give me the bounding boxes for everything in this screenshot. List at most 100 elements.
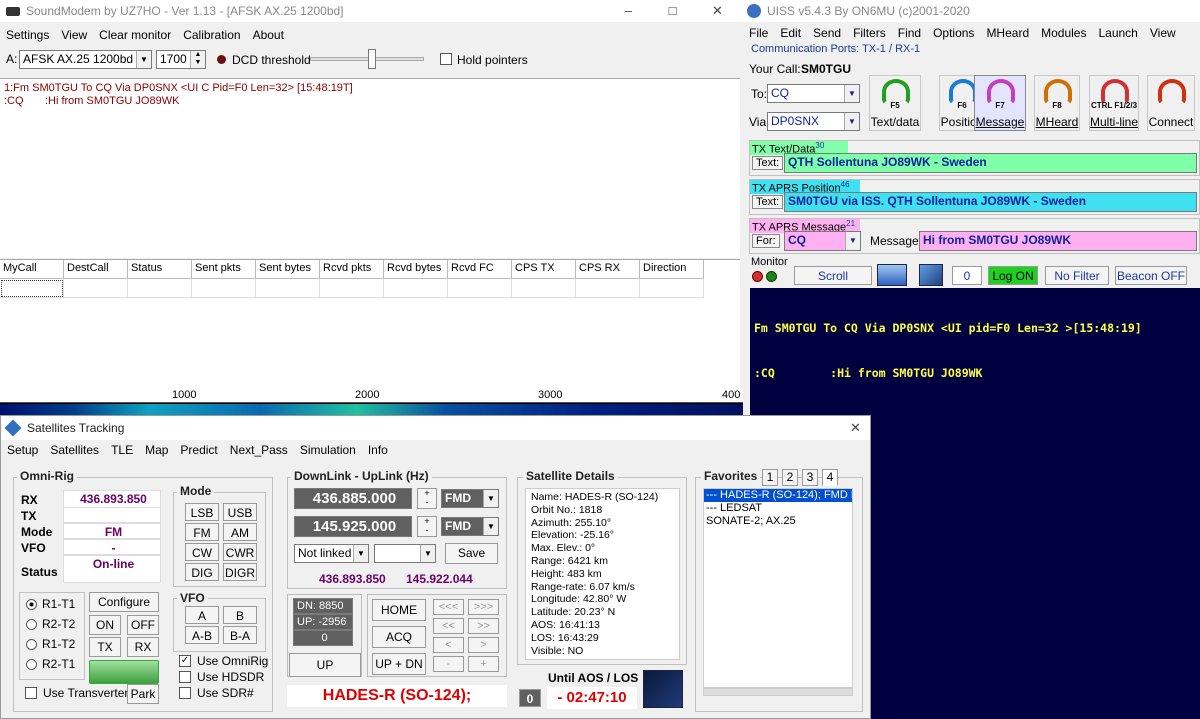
mode-cwr-button[interactable]: CWR bbox=[223, 543, 257, 561]
table-cell[interactable] bbox=[512, 279, 576, 298]
rx-button[interactable]: RX bbox=[127, 637, 159, 657]
table-cell[interactable] bbox=[0, 279, 64, 298]
column-header[interactable]: DestCall bbox=[64, 260, 128, 279]
tool-text-data-button[interactable]: F5 Text/data bbox=[869, 75, 921, 131]
table-cell[interactable] bbox=[448, 279, 512, 298]
mode-select[interactable]: AFSK AX.25 1200bd ▼ bbox=[19, 50, 152, 69]
arrow-button[interactable]: > bbox=[468, 637, 499, 653]
uplink-stepper[interactable]: + - bbox=[417, 516, 437, 537]
tool-message-button[interactable]: F7 Message bbox=[974, 75, 1026, 131]
menu-edit[interactable]: Edit bbox=[774, 26, 807, 40]
menu-map[interactable]: Map bbox=[139, 443, 174, 457]
chevron-down-icon[interactable]: ▼ bbox=[420, 545, 435, 562]
table-cell[interactable] bbox=[128, 279, 192, 298]
menu-simulation[interactable]: Simulation bbox=[294, 443, 362, 457]
menu-modules[interactable]: Modules bbox=[1035, 26, 1092, 40]
column-header[interactable]: Rcvd bytes bbox=[384, 260, 448, 279]
arrow-button[interactable]: < bbox=[433, 637, 464, 653]
vfo-a-button[interactable]: A bbox=[185, 606, 219, 624]
table-cell[interactable] bbox=[256, 279, 320, 298]
chevron-down-icon[interactable]: ▼ bbox=[483, 490, 498, 507]
menu-clear-monitor[interactable]: Clear monitor bbox=[93, 28, 177, 42]
menu-filters[interactable]: Filters bbox=[847, 26, 892, 40]
arrow-button[interactable]: << bbox=[433, 618, 464, 634]
chevron-down-icon[interactable]: ▼ bbox=[353, 545, 368, 562]
on-button[interactable]: ON bbox=[89, 615, 121, 635]
table-cell[interactable] bbox=[576, 279, 640, 298]
table-cell[interactable] bbox=[64, 279, 128, 298]
arrow-button[interactable]: <<< bbox=[433, 599, 464, 615]
column-header[interactable]: CPS RX bbox=[576, 260, 640, 279]
soundmodem-log[interactable]: 1:Fm SM0TGU To CQ Via DP0SNX <UI C Pid=F… bbox=[0, 78, 740, 258]
menu-view[interactable]: View bbox=[55, 28, 93, 42]
column-header[interactable]: Status bbox=[128, 260, 192, 279]
menu-info[interactable]: Info bbox=[362, 443, 394, 457]
chevron-down-icon[interactable]: ▼ bbox=[845, 232, 860, 250]
hold-pointers-checkbox[interactable] bbox=[440, 53, 452, 65]
table-cell[interactable] bbox=[192, 279, 256, 298]
favorite-item[interactable]: --- HADES-R (SO-124); FMD Di bbox=[704, 489, 852, 502]
tx-message-for-select[interactable]: CQ ▼ bbox=[784, 231, 861, 251]
uplink-freq[interactable]: 145.925.000 bbox=[294, 516, 412, 537]
tx-button[interactable]: TX bbox=[89, 637, 121, 657]
rig-radio-r2-t1[interactable] bbox=[26, 659, 37, 670]
mode-dig-button[interactable]: DIG bbox=[185, 563, 219, 581]
monitor-map-icon[interactable] bbox=[919, 264, 943, 286]
favorites-tab-4[interactable]: 4 bbox=[822, 469, 838, 486]
downlink-stepper[interactable]: + - bbox=[417, 488, 437, 509]
link-mode-select[interactable]: ▼ bbox=[374, 544, 436, 563]
menu-calibration[interactable]: Calibration bbox=[177, 28, 246, 42]
column-header[interactable]: CPS TX bbox=[512, 260, 576, 279]
arrow-button[interactable]: - bbox=[433, 656, 464, 672]
tx-text-input[interactable]: QTH Sollentuna JO89WK - Sweden bbox=[784, 153, 1197, 173]
favorites-scrollbar[interactable] bbox=[703, 688, 853, 696]
favorites-tab-1[interactable]: 1 bbox=[762, 469, 778, 486]
menu-setup[interactable]: Setup bbox=[1, 443, 44, 457]
waterfall[interactable]: 1000 2000 3000 400 bbox=[0, 389, 743, 415]
table-cell[interactable] bbox=[640, 279, 704, 298]
menu-predict[interactable]: Predict bbox=[174, 443, 223, 457]
chevron-down-icon[interactable]: ▼ bbox=[844, 85, 859, 102]
downlink-mode-select[interactable]: FMD ▼ bbox=[441, 489, 499, 508]
menu-send[interactable]: Send bbox=[807, 26, 847, 40]
park-button[interactable]: Park bbox=[127, 684, 159, 704]
table-cell[interactable] bbox=[320, 279, 384, 298]
menu-find[interactable]: Find bbox=[892, 26, 927, 40]
column-header[interactable]: Rcvd pkts bbox=[320, 260, 384, 279]
mode-am-button[interactable]: AM bbox=[223, 523, 257, 541]
maximize-button[interactable]: □ bbox=[650, 0, 695, 22]
via-select[interactable]: DP0SNX ▼ bbox=[767, 112, 860, 131]
menu-file[interactable]: File bbox=[743, 26, 774, 40]
arrow-button[interactable]: >> bbox=[468, 618, 499, 634]
menu-settings[interactable]: Settings bbox=[0, 28, 55, 42]
minimize-button[interactable]: – bbox=[606, 0, 651, 22]
use-transverter-checkbox[interactable] bbox=[25, 687, 37, 699]
menu-options[interactable]: Options bbox=[927, 26, 980, 40]
menu-view[interactable]: View bbox=[1144, 26, 1182, 40]
up-dn-button[interactable]: UP + DN bbox=[372, 653, 426, 675]
table-cell[interactable] bbox=[384, 279, 448, 298]
column-header[interactable]: MyCall bbox=[0, 260, 64, 279]
beacon-off-button[interactable]: Beacon OFF bbox=[1115, 266, 1187, 285]
mode-digr-button[interactable]: DIGR bbox=[223, 563, 257, 581]
mode-cw-button[interactable]: CW bbox=[185, 543, 219, 561]
column-header[interactable]: Rcvd FC bbox=[448, 260, 512, 279]
mode-lsb-button[interactable]: LSB bbox=[185, 503, 219, 521]
vfo-a-b-button[interactable]: A-B bbox=[185, 626, 219, 644]
acq-button[interactable]: ACQ bbox=[372, 626, 426, 648]
use-sdr-checkbox[interactable] bbox=[179, 687, 191, 699]
rig-radio-r1-t1[interactable] bbox=[26, 599, 37, 610]
home-button[interactable]: HOME bbox=[372, 599, 426, 621]
table-row[interactable] bbox=[0, 279, 704, 298]
menu-tle[interactable]: TLE bbox=[105, 443, 139, 457]
rig-radio-r2-t2[interactable] bbox=[26, 619, 37, 630]
downlink-freq[interactable]: 436.885.000 bbox=[294, 488, 412, 509]
use-hdsdr-checkbox[interactable] bbox=[179, 671, 191, 683]
column-header[interactable]: Sent bytes bbox=[256, 260, 320, 279]
configure-button[interactable]: Configure bbox=[89, 592, 159, 612]
use-omnirig-checkbox[interactable]: ✓ bbox=[179, 655, 191, 667]
arrow-button[interactable]: >>> bbox=[468, 599, 499, 615]
to-select[interactable]: CQ ▼ bbox=[767, 84, 860, 103]
favorite-item[interactable]: SONATE-2; AX.25 bbox=[704, 515, 852, 528]
save-button[interactable]: Save bbox=[445, 543, 498, 564]
